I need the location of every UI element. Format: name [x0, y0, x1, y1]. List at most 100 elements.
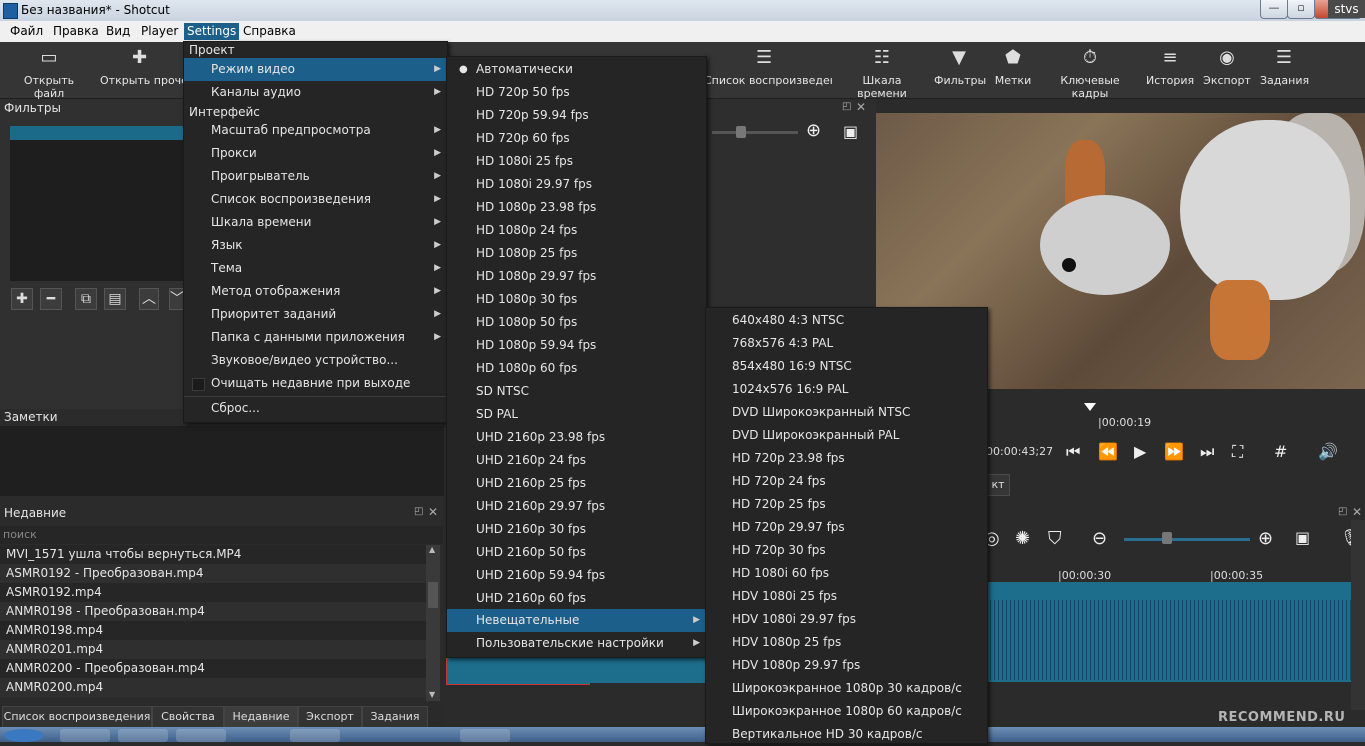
menu-view[interactable]: Вид	[106, 24, 130, 38]
play-icon[interactable]: ▶	[1134, 442, 1146, 461]
menu-item-video-mode-option[interactable]: UHD 2160p 29.97 fps	[447, 495, 706, 518]
export-button[interactable]: ◉ Экспорт	[1203, 46, 1251, 87]
menu-item-setting[interactable]: Прокси ▶	[184, 142, 447, 165]
tab-properties[interactable]: Свойства	[152, 706, 224, 728]
menu-item-non-broadcast-option[interactable]: HD 720p 30 fps	[706, 539, 987, 562]
menu-item-video-mode-option[interactable]: SD PAL	[447, 403, 706, 426]
fast-forward-icon[interactable]: ⏩	[1164, 442, 1184, 461]
timeline-clip-2[interactable]	[588, 655, 706, 683]
start-button[interactable]	[4, 729, 44, 742]
list-item[interactable]: ASMR0192.mp4	[0, 583, 426, 602]
menu-item-video-mode-option[interactable]: HD 1080p 23.98 fps	[447, 196, 706, 219]
menu-help[interactable]: Справка	[243, 24, 296, 38]
menu-item-non-broadcast-option[interactable]: DVD Широкоэкранный PAL	[706, 424, 987, 447]
tab-playlist[interactable]: Список воспроизведения	[2, 706, 152, 728]
menu-item-non-broadcast-option[interactable]: HD 720p 23.98 fps	[706, 447, 987, 470]
menu-item-non-broadcast-option[interactable]: HDV 1080i 29.97 fps	[706, 608, 987, 631]
menu-item-setting[interactable]: Шкала времени ▶	[184, 211, 447, 234]
taskbar-app-5[interactable]	[460, 729, 510, 742]
paste-filter-button[interactable]: ▤	[104, 288, 126, 310]
dock-close-icon[interactable]: ✕	[428, 505, 438, 519]
menu-item-non-broadcast-option[interactable]: HDV 1080i 25 fps	[706, 585, 987, 608]
timeline-scrollbar[interactable]	[1351, 520, 1365, 710]
menu-item-audio-channels[interactable]: Каналы аудио ▶	[184, 81, 447, 104]
menu-item-setting[interactable]: Язык ▶	[184, 234, 447, 257]
menu-item-video-mode-option[interactable]: HD 1080p 29.97 fps	[447, 265, 706, 288]
menu-item-video-mode-option[interactable]: HD 1080p 30 fps	[447, 288, 706, 311]
list-item[interactable]: ASMR0192 - Преобразован.mp4	[0, 564, 426, 583]
minimize-button[interactable]: —	[1260, 0, 1288, 19]
menu-item-non-broadcast[interactable]: Невещательные ▶	[447, 609, 706, 632]
list-item[interactable]: ANMR0198 - Преобразован.mp4	[0, 602, 426, 621]
timeline-zoom-handle[interactable]	[1162, 532, 1172, 544]
menu-item-non-broadcast-option[interactable]: 854x480 16:9 NTSC	[706, 355, 987, 378]
menu-item-setting[interactable]: Папка с данными приложения ▶	[184, 326, 447, 349]
menu-item-video-mode-option[interactable]: UHD 2160p 50 fps	[447, 541, 706, 564]
menu-item-non-broadcast-option[interactable]: Широкоэкранное 1080p 30 кадров/с	[706, 677, 987, 700]
menu-item-setting[interactable]: Приоритет заданий ▶	[184, 303, 447, 326]
list-item[interactable]: ANMR0200.mp4	[0, 678, 426, 697]
menu-item-video-mode-option[interactable]: HD 720p 50 fps	[447, 81, 706, 104]
menu-item-non-broadcast-option[interactable]: Широкоэкранное 1080p 60 кадров/с	[706, 700, 987, 723]
zoom-slider-handle[interactable]	[736, 126, 746, 138]
timeline-button[interactable]: ☷ Шкала времени	[842, 46, 922, 100]
taskbar-app-4[interactable]	[290, 729, 340, 742]
rewind-icon[interactable]: ⏪	[1098, 442, 1118, 461]
taskbar-app-3[interactable]	[176, 729, 226, 742]
menu-item-setting[interactable]: Проигрыватель ▶	[184, 165, 447, 188]
recent-scrollbar[interactable]	[426, 545, 440, 701]
list-item[interactable]: MVI_1571 ушла чтобы вернуться.MP4	[0, 545, 426, 564]
volume-icon[interactable]: 🔊	[1318, 442, 1338, 461]
dock-close-icon-2[interactable]: ✕	[856, 100, 866, 114]
menu-settings[interactable]: Settings	[184, 23, 240, 40]
menu-item-non-broadcast-option[interactable]: 1024x576 16:9 PAL	[706, 378, 987, 401]
timeline-zoom-in-icon[interactable]: ⊕	[1258, 528, 1273, 549]
filters-list[interactable]	[10, 126, 184, 281]
skip-previous-icon[interactable]: ⏮	[1066, 442, 1080, 462]
dock-float-icon-3[interactable]: ◰	[1338, 506, 1347, 517]
menu-item-video-mode[interactable]: Режим видео ▶	[184, 58, 447, 81]
menu-item-video-mode-option[interactable]: UHD 2160p 23.98 fps	[447, 426, 706, 449]
ripple-markers-icon[interactable]: ⛉	[1048, 528, 1062, 549]
menu-item-setting[interactable]: Список воспроизведения ▶	[184, 188, 447, 211]
fit-icon[interactable]: ▣	[843, 122, 858, 141]
menu-item-non-broadcast-option[interactable]: HDV 1080p 29.97 fps	[706, 654, 987, 677]
menu-item-reset[interactable]: Сброс...	[184, 397, 447, 420]
recent-scrollbar-thumb[interactable]	[428, 582, 438, 608]
keyframes-button[interactable]: ⏱ Ключевые кадры	[1042, 46, 1138, 100]
tab-jobs[interactable]: Задания	[362, 706, 428, 728]
menu-item-video-mode-option[interactable]: UHD 2160p 59.94 fps	[447, 564, 706, 587]
grid-icon[interactable]: #	[1274, 442, 1287, 461]
menu-player[interactable]: Player	[141, 24, 178, 38]
menu-item-non-broadcast-option[interactable]: HD 720p 29.97 fps	[706, 516, 987, 539]
clear-recent-checkbox[interactable]	[192, 378, 205, 391]
tab-recent[interactable]: Недавние	[224, 706, 298, 728]
copy-filter-button[interactable]: ⧉	[75, 288, 97, 310]
menu-item-non-broadcast-option[interactable]: HD 720p 24 fps	[706, 470, 987, 493]
source-tab-partial[interactable]: кт	[986, 474, 1010, 496]
list-item[interactable]: ANMR0201.mp4	[0, 640, 426, 659]
notes-textarea[interactable]	[0, 426, 444, 496]
menu-item-video-mode-option[interactable]: UHD 2160p 60 fps	[447, 587, 706, 610]
menu-item-video-mode-option[interactable]: SD NTSC	[447, 380, 706, 403]
playlist-button[interactable]: ☰ Список воспроизведения	[704, 46, 832, 87]
history-button[interactable]: ≡ История	[1146, 46, 1194, 87]
menu-item-video-mode-option[interactable]: HD 1080p 59.94 fps	[447, 334, 706, 357]
menu-item-non-broadcast-option[interactable]: 640x480 4:3 NTSC	[706, 309, 987, 332]
recent-search-input[interactable]: поиск	[0, 526, 443, 544]
position-timecode[interactable]: 00:00:43;27	[986, 445, 1053, 458]
move-up-button[interactable]: ︿	[139, 288, 159, 310]
menu-item-non-broadcast-option[interactable]: HD 1080i 60 fps	[706, 562, 987, 585]
open-other-button[interactable]: ✚ Открыть прочее	[100, 46, 184, 87]
menu-item-video-mode-option[interactable]: HD 1080i 25 fps	[447, 150, 706, 173]
menu-item-video-mode-option[interactable]: HD 1080p 25 fps	[447, 242, 706, 265]
zoom-out-icon[interactable]: ⊖	[1092, 528, 1107, 549]
menu-item-video-mode-option[interactable]: Автоматически ●	[447, 58, 706, 81]
filters-button[interactable]: ▼ Фильтры	[934, 46, 986, 87]
menu-item-video-mode-option[interactable]: HD 720p 60 fps	[447, 127, 706, 150]
menu-file[interactable]: Файл	[10, 24, 43, 38]
remove-filter-button[interactable]: ━	[40, 288, 62, 310]
open-file-button[interactable]: ▭ Открыть файл	[10, 46, 88, 100]
player-scrubber[interactable]	[986, 403, 1365, 431]
markers-button[interactable]: ⬟ Метки	[994, 46, 1032, 87]
